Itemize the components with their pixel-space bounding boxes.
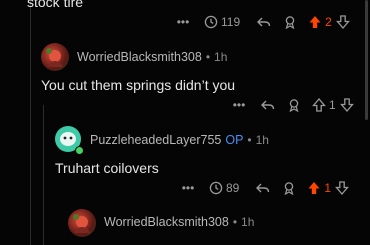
timestamp: 1h — [214, 50, 228, 64]
award-icon[interactable] — [209, 181, 223, 195]
timestamp: 1h — [241, 215, 255, 229]
separator: • — [205, 50, 211, 64]
reply-icon[interactable] — [255, 181, 270, 195]
reply-icon[interactable] — [260, 98, 275, 112]
comment-actions: ••• 1 — [232, 98, 354, 112]
separator: • — [247, 133, 252, 147]
comment-body: You cut them springs didn’t you — [41, 77, 236, 93]
thread-line-2 — [43, 105, 44, 245]
upvote-icon[interactable] — [312, 98, 326, 112]
award-count: 119 — [221, 15, 241, 29]
vote-count: 1 — [324, 181, 332, 195]
comment-header: PuzzleheadedLayer755 OP • 1h — [90, 133, 269, 147]
more-icon[interactable]: ••• — [181, 181, 195, 195]
downvote-icon[interactable] — [339, 98, 354, 112]
downvote-icon[interactable] — [335, 181, 349, 195]
share-icon[interactable] — [287, 98, 301, 112]
share-icon[interactable] — [283, 15, 297, 29]
downvote-icon[interactable] — [335, 15, 350, 29]
share-icon[interactable] — [282, 181, 296, 195]
scrollbar[interactable] — [365, 0, 368, 120]
comment-body: Truhart coilovers — [55, 160, 159, 176]
reply-icon[interactable] — [256, 15, 271, 29]
thread-line-1 — [30, 0, 31, 245]
comment-actions: ••• 119 2 — [176, 15, 350, 29]
avatar[interactable] — [68, 209, 96, 237]
comment-header: WorriedBlacksmith308 • 1h — [77, 50, 227, 64]
award-icon[interactable] — [204, 15, 218, 29]
comment-actions: ••• 89 1 — [181, 181, 349, 195]
award-count: 89 — [226, 181, 240, 195]
op-badge: OP — [225, 133, 244, 147]
upvote-icon[interactable] — [308, 15, 322, 29]
online-indicator — [75, 146, 84, 155]
vote-count: 2 — [325, 15, 332, 29]
more-icon[interactable]: ••• — [232, 98, 246, 112]
more-icon[interactable]: ••• — [176, 15, 190, 29]
vote-count: 1 — [329, 98, 336, 112]
username[interactable]: WorriedBlacksmith308 — [77, 50, 202, 64]
avatar[interactable] — [41, 43, 69, 71]
upvote-icon[interactable] — [307, 181, 321, 195]
comment-header: WorriedBlacksmith308 • 1h — [104, 215, 254, 229]
username[interactable]: WorriedBlacksmith308 — [104, 215, 229, 229]
username[interactable]: PuzzleheadedLayer755 — [90, 133, 221, 147]
comment-body: stock tire — [27, 0, 84, 10]
separator: • — [232, 215, 238, 229]
timestamp: 1h — [255, 133, 269, 147]
